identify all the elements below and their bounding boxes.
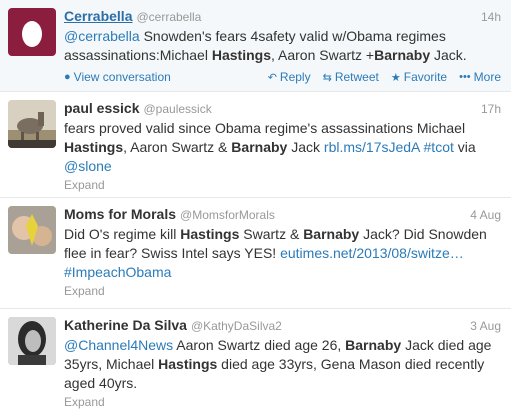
tweet-timestamp[interactable]: 17h xyxy=(481,102,501,116)
view-conversation-link[interactable]: ● View conversation xyxy=(64,70,171,84)
dots-icon: ••• xyxy=(459,71,471,83)
author-handle[interactable]: @MomsforMorals xyxy=(180,208,275,222)
author-handle[interactable]: @KathyDaSilva2 xyxy=(191,319,282,333)
tweet-item[interactable]: Moms for Morals @MomsforMorals 4 Aug Did… xyxy=(0,198,511,309)
reply-button[interactable]: ↶ Reply xyxy=(268,70,311,84)
tweet-item[interactable]: paul essick @paulessick 17h fears proved… xyxy=(0,92,511,198)
author-handle[interactable]: @cerrabella xyxy=(136,10,201,24)
retweet-icon: ⇆ xyxy=(322,71,332,84)
tweet-link[interactable]: rbl.ms/17sJedA xyxy=(324,139,420,155)
retweet-button[interactable]: ⇆ Retweet xyxy=(323,70,379,84)
more-button[interactable]: ••• More xyxy=(459,70,501,84)
highlighted-term: Hastings xyxy=(211,47,271,63)
author-name[interactable]: Cerrabella xyxy=(64,8,132,24)
donkey-photo-icon xyxy=(8,100,56,148)
author-handle[interactable]: @paulessick xyxy=(144,102,212,116)
tweet-item[interactable]: Katherine Da Silva @KathyDaSilva2 3 Aug … xyxy=(0,309,511,415)
tweet-link[interactable]: eutimes.net/2013/08/switze… xyxy=(280,245,464,261)
speech-bubble-icon: ● xyxy=(64,71,71,83)
tweet-text-segment: , Aaron Swartz + xyxy=(270,47,375,63)
tweet-timestamp[interactable]: 3 Aug xyxy=(470,319,501,333)
portrait-photo-icon xyxy=(8,317,56,365)
tweet-timeline: Cerrabella @cerrabella 14h @cerrabella S… xyxy=(0,0,511,415)
donkey-photo-avatar[interactable] xyxy=(8,100,56,148)
tweet-timestamp[interactable]: 4 Aug xyxy=(470,208,501,222)
tweet-text: Did O's regime kill Hastings Swartz & Ba… xyxy=(64,225,501,282)
egg-avatar[interactable] xyxy=(8,8,56,56)
highlighted-term: Hastings xyxy=(64,139,124,155)
star-icon: ★ xyxy=(390,71,401,84)
tweet-text-segment: Jack. xyxy=(430,47,467,63)
highlighted-term: Hastings xyxy=(180,226,240,242)
tweet-actions: ● View conversation ↶ Reply ⇆ Retweet ★ … xyxy=(64,69,501,85)
tweet-link[interactable]: #ImpeachObama xyxy=(64,264,171,280)
tweet-text-segment: via xyxy=(453,139,476,155)
tweet-text-segment: Aaron Swartz died age 26, xyxy=(173,337,346,353)
portrait-photo-avatar[interactable] xyxy=(8,317,56,365)
tweet-text-segment: Swartz & xyxy=(239,226,304,242)
reply-arrow-icon: ↶ xyxy=(267,71,277,84)
expand-link[interactable]: Expand xyxy=(64,178,501,192)
tweet-text-segment: Jack xyxy=(287,139,324,155)
highlighted-term: Barnaby xyxy=(231,139,288,155)
author-name[interactable]: Katherine Da Silva xyxy=(64,317,187,333)
highlighted-term: Barnaby xyxy=(345,337,402,353)
tweet-link[interactable]: @cerrabella xyxy=(64,28,140,44)
tweet-timestamp[interactable]: 14h xyxy=(481,10,501,24)
ribbon-photo-icon xyxy=(8,206,56,254)
tweet-text-segment: , Aaron Swartz & xyxy=(123,139,232,155)
tweet-link[interactable]: #tcot xyxy=(424,139,454,155)
tweet-text-segment: fears proved valid since Obama regime's … xyxy=(64,120,466,136)
expand-link[interactable]: Expand xyxy=(64,395,501,409)
author-name[interactable]: Moms for Morals xyxy=(64,206,176,222)
highlighted-term: Hastings xyxy=(158,356,218,372)
highlighted-term: Barnaby xyxy=(374,47,431,63)
tweet-text-segment: Did O's regime kill xyxy=(64,226,181,242)
tweet-link[interactable]: @slone xyxy=(64,158,112,174)
tweet-text: fears proved valid since Obama regime's … xyxy=(64,119,501,176)
author-name[interactable]: paul essick xyxy=(64,100,140,116)
favorite-button[interactable]: ★ Favorite xyxy=(391,70,447,84)
tweet-text: @Channel4News Aaron Swartz died age 26, … xyxy=(64,336,501,393)
expand-link[interactable]: Expand xyxy=(64,284,501,298)
tweet-link[interactable]: @Channel4News xyxy=(64,337,173,353)
egg-icon xyxy=(22,21,42,47)
tweet-item[interactable]: Cerrabella @cerrabella 14h @cerrabella S… xyxy=(0,0,511,92)
ribbon-photo-avatar[interactable] xyxy=(8,206,56,254)
tweet-text: @cerrabella Snowden's fears 4safety vali… xyxy=(64,27,501,65)
highlighted-term: Barnaby xyxy=(303,226,360,242)
